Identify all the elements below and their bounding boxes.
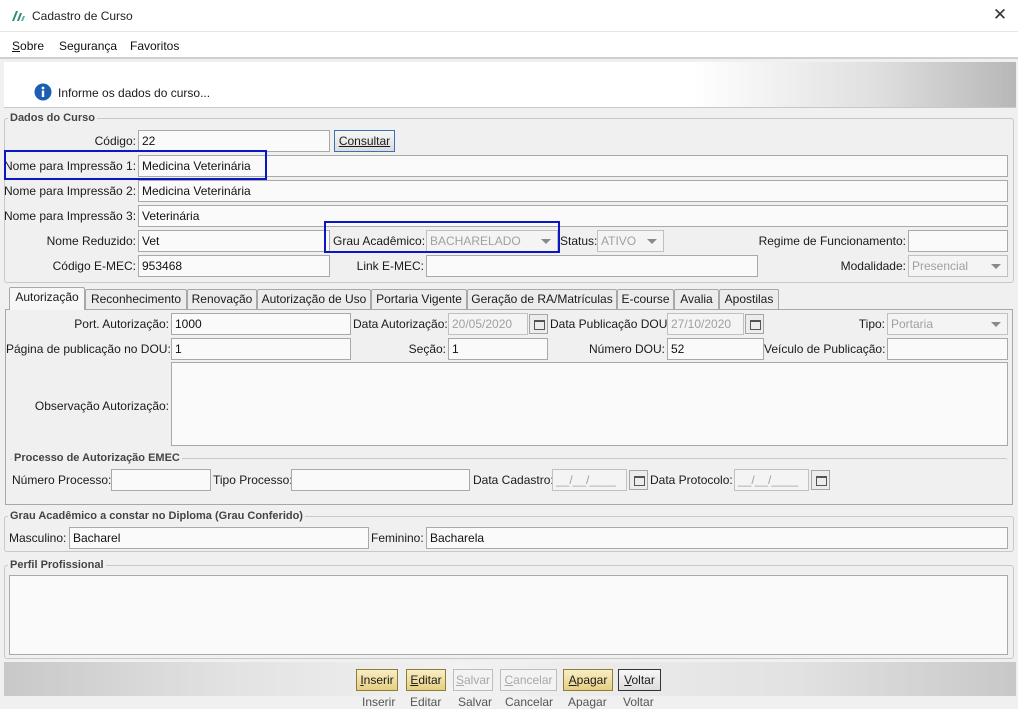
nome-reduzido-field[interactable]: Vet [138, 230, 330, 252]
ghost-inserir: Inserir [362, 695, 396, 709]
regime-label: Regime de Funcionamento: [758, 234, 906, 248]
calendar-icon-data-protocolo[interactable] [811, 470, 830, 490]
dados-curso-title: Dados do Curso [8, 112, 97, 124]
calendar-icon-data-publicacao[interactable] [745, 314, 764, 334]
pagina-dou-label: Página de publicação no DOU: [6, 342, 171, 356]
veiculo-label: Veículo de Publicação: [764, 342, 886, 356]
info-icon [34, 83, 52, 101]
grau-diploma-title: Grau Acadêmico a constar no Diploma (Gra… [8, 510, 305, 522]
numero-dou-field[interactable]: 52 [667, 338, 764, 360]
observacao-textarea[interactable] [171, 362, 1008, 446]
pagina-dou-field[interactable]: 1 [171, 338, 351, 360]
tab-autorizacao-de-uso[interactable]: Autorização de Uso [257, 289, 371, 309]
masculino-label: Masculino: [9, 531, 67, 545]
data-autorizacao-field[interactable]: 20/05/2020 [448, 313, 528, 335]
inserir-button[interactable]: Inserir [356, 669, 398, 691]
tab-reconhecimento[interactable]: Reconhecimento [85, 289, 187, 309]
secao-label: Seção: [408, 342, 446, 356]
codigo-emec-field[interactable]: 953468 [138, 255, 330, 277]
observacao-label: Observação Autorização: [34, 399, 169, 413]
tab-apostilas[interactable]: Apostilas [719, 289, 779, 309]
tab-renovacao[interactable]: Renovação [187, 289, 257, 309]
ghost-cancelar: Cancelar [505, 695, 554, 709]
numero-processo-label: Número Processo: [12, 473, 112, 487]
tab-geracao-ra[interactable]: Geração de RA/Matrículas [467, 289, 617, 309]
processo-title: Processo de Autorização EMEC [12, 452, 182, 464]
veiculo-field[interactable] [887, 338, 1008, 360]
port-autorizacao-label: Port. Autorização: [74, 317, 169, 331]
ghost-salvar: Salvar [458, 695, 493, 709]
tipo-label: Tipo: [858, 317, 885, 331]
data-autorizacao-label: Data Autorização: [353, 317, 448, 331]
codigo-field[interactable]: 22 [138, 130, 330, 152]
highlight-box-nome1 [4, 150, 267, 180]
data-cadastro-label: Data Cadastro: [473, 473, 554, 487]
modalidade-label: Modalidade: [840, 259, 906, 273]
nome3-field[interactable]: Veterinária [138, 205, 1008, 227]
nome2-label: Nome para Impressão 2: [4, 184, 137, 198]
ghost-editar: Editar [410, 695, 442, 709]
app-logo-icon [12, 11, 25, 21]
tab-avalia[interactable]: Avalia [674, 289, 719, 309]
data-publicacao-field[interactable]: 27/10/2020 [667, 313, 744, 335]
tab-e-course[interactable]: E-course [617, 289, 674, 309]
menu-sobre[interactable]: Sobre [12, 39, 44, 53]
numero-dou-label: Número DOU: [588, 342, 665, 356]
salvar-button[interactable]: Salvar [453, 669, 493, 691]
nome2-field[interactable]: Medicina Veterinária [138, 180, 1008, 202]
info-message: Informe os dados do curso... [58, 86, 211, 100]
data-protocolo-field[interactable]: __/__/____ [734, 469, 809, 491]
link-emec-field[interactable] [426, 255, 758, 277]
tab-autorizacao[interactable]: Autorização [9, 287, 85, 310]
menu-favoritos[interactable]: Favoritos [130, 39, 179, 53]
tipo-processo-label: Tipo Processo: [213, 473, 293, 487]
tipo-select[interactable]: Portaria [887, 313, 1008, 335]
codigo-emec-label: Código E-MEC: [52, 259, 136, 273]
voltar-button[interactable]: Voltar [618, 669, 661, 691]
calendar-icon-data-autorizacao[interactable] [529, 314, 548, 334]
status-label: Status: [560, 234, 598, 248]
data-protocolo-label: Data Protocolo: [650, 473, 733, 487]
title-bar [0, 0, 1018, 32]
masculino-field[interactable]: Bacharel [69, 527, 369, 549]
feminino-field[interactable]: Bacharela [426, 527, 1008, 549]
link-emec-label: Link E-MEC: [356, 259, 424, 273]
ghost-voltar: Voltar [623, 695, 654, 709]
cancelar-button[interactable]: Cancelar [500, 669, 557, 691]
nome1-field[interactable]: Medicina Veterinária [138, 155, 1008, 177]
consultar-button[interactable]: Consultar [334, 130, 395, 152]
tipo-processo-field[interactable] [291, 469, 470, 491]
nome-reduzido-label: Nome Reduzido: [46, 234, 136, 248]
menu-seguranca[interactable]: Segurança [59, 39, 117, 53]
data-cadastro-field[interactable]: __/__/____ [552, 469, 627, 491]
apagar-button[interactable]: Apagar [563, 669, 613, 691]
status-select[interactable]: ATIVO [597, 230, 664, 252]
feminino-label: Feminino: [371, 531, 424, 545]
regime-field[interactable] [908, 230, 1008, 252]
info-banner [4, 62, 1016, 108]
numero-processo-field[interactable] [111, 469, 211, 491]
port-autorizacao-field[interactable]: 1000 [171, 313, 351, 335]
secao-field[interactable]: 1 [448, 338, 548, 360]
tab-portaria-vigente[interactable]: Portaria Vigente [371, 289, 467, 309]
close-icon[interactable]: ✕ [990, 5, 1010, 25]
nome3-label: Nome para Impressão 3: [4, 209, 137, 223]
perfil-title: Perfil Profissional [8, 559, 106, 571]
data-publicacao-label: Data Publicação DOU: [550, 317, 671, 331]
editar-button[interactable]: Editar [406, 669, 446, 691]
perfil-textarea[interactable] [9, 575, 1008, 655]
calendar-icon-data-cadastro[interactable] [629, 470, 648, 490]
ghost-apagar: Apagar [568, 695, 607, 709]
modalidade-select[interactable]: Presencial [908, 255, 1008, 277]
highlight-box-grau [324, 221, 560, 253]
codigo-label: Código: [94, 134, 136, 148]
window-title: Cadastro de Curso [32, 9, 133, 23]
